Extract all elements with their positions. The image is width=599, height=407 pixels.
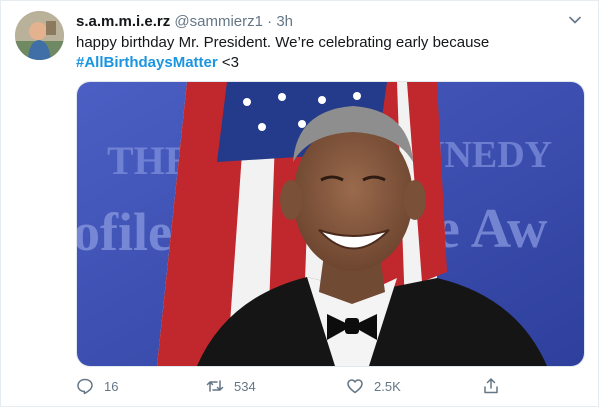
tweet-suffix: <3 xyxy=(217,54,239,71)
author-handle[interactable]: @sammierz1 xyxy=(174,13,263,30)
tweet-card[interactable]: s.a.m.m.i.e.rz @sammierz1 · 3h happy bir… xyxy=(0,0,599,407)
author-name[interactable]: s.a.m.m.i.e.rz xyxy=(76,13,170,30)
hashtag-link[interactable]: #AllBirthdaysMatter xyxy=(76,54,218,71)
avatar[interactable] xyxy=(15,11,64,60)
retweet-button[interactable]: 534 xyxy=(206,375,256,397)
like-icon xyxy=(347,379,363,394)
timestamp[interactable]: 3h xyxy=(276,13,293,30)
more-caret-icon[interactable] xyxy=(566,11,584,29)
tweet-body: happy birthday Mr. President. We’re cele… xyxy=(76,34,490,51)
share-button[interactable] xyxy=(482,375,500,397)
reply-button[interactable]: 16 xyxy=(76,375,118,397)
tweet-photo[interactable]: THE NNEDY ofile ge Aw xyxy=(76,81,585,367)
tweet-text: happy birthday Mr. President. We’re cele… xyxy=(76,33,578,73)
banner-text-lower-left: ofile xyxy=(77,202,172,262)
reply-icon xyxy=(77,378,93,395)
like-button[interactable]: 2.5K xyxy=(346,375,401,397)
separator-dot: · xyxy=(267,13,273,30)
retweet-count: 534 xyxy=(234,378,256,394)
like-count: 2.5K xyxy=(374,378,401,394)
share-icon xyxy=(484,378,498,394)
tweet-actions: 16 534 2.5K xyxy=(76,375,506,397)
tweet-header: s.a.m.m.i.e.rz @sammierz1 · 3h xyxy=(76,12,578,31)
avatar-image xyxy=(15,11,64,60)
reply-count: 16 xyxy=(104,378,119,394)
retweet-icon xyxy=(206,380,224,392)
